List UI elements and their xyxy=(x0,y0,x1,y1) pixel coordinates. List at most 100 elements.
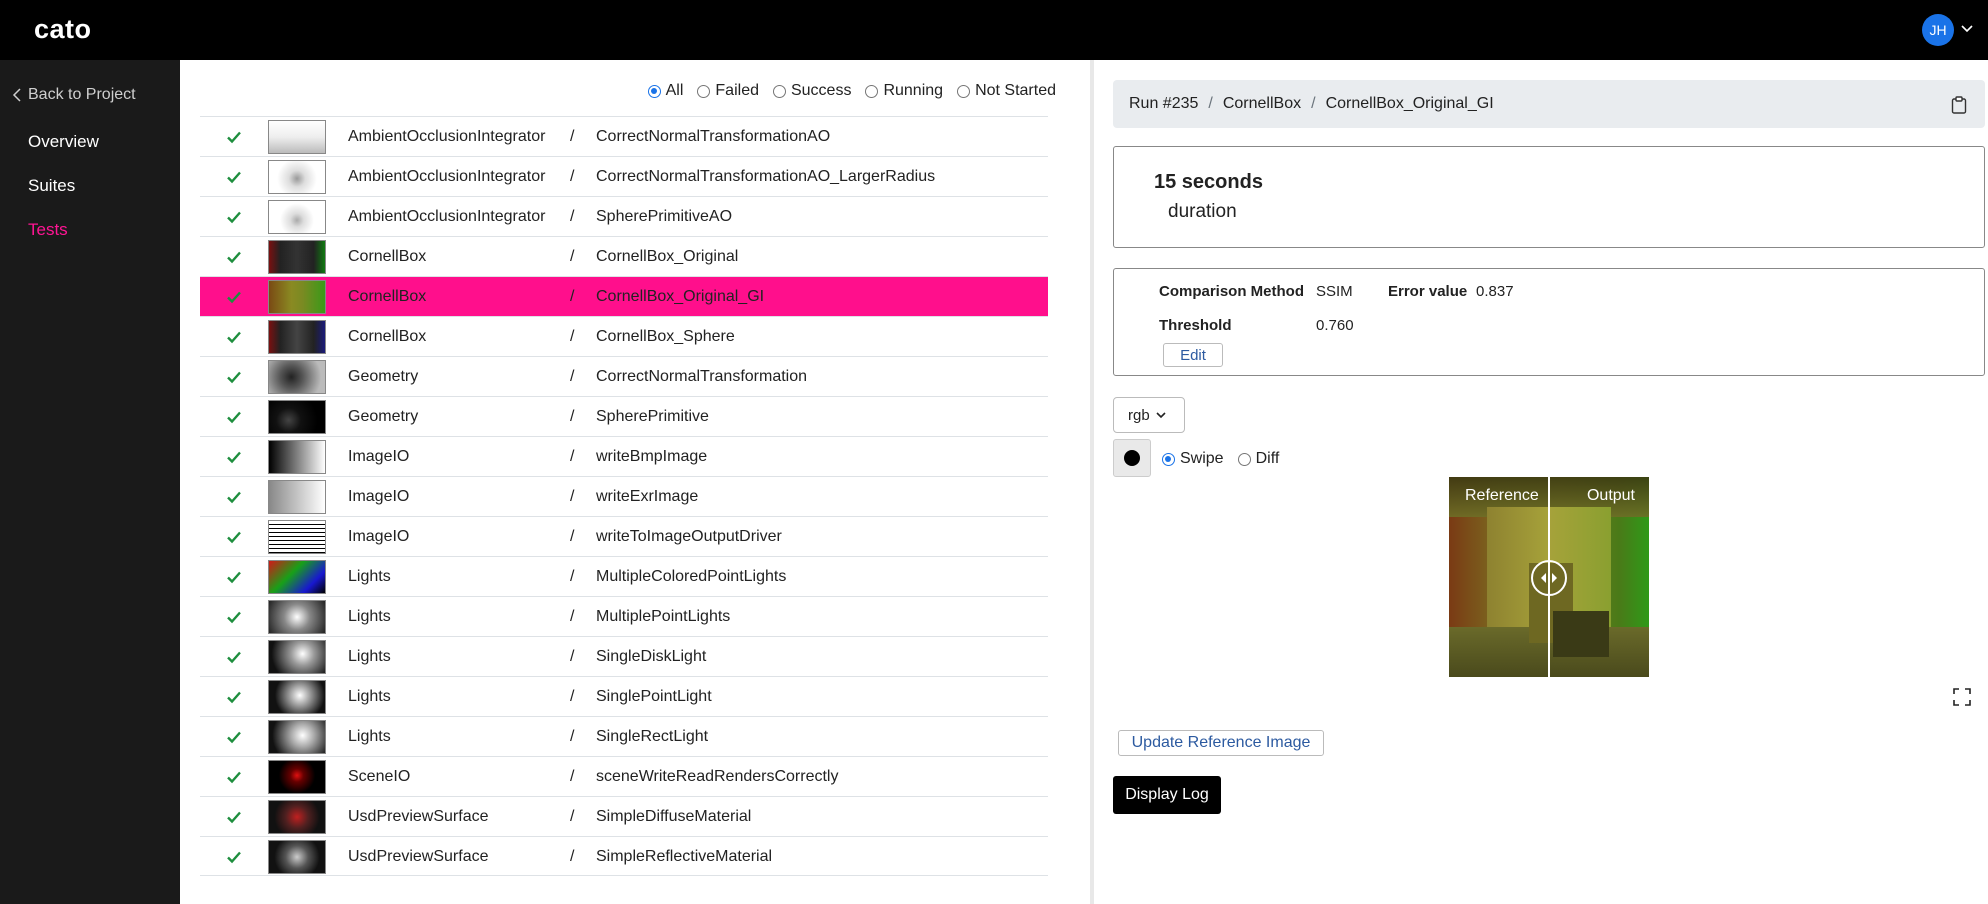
channel-select[interactable]: rgb xyxy=(1113,397,1185,433)
test-thumbnail xyxy=(268,320,326,354)
threshold-label: Threshold xyxy=(1159,317,1232,334)
sidebar-item-suites[interactable]: Suites xyxy=(28,176,75,196)
radio-icon[interactable] xyxy=(1237,452,1251,466)
mode-diff[interactable]: Diff xyxy=(1237,450,1279,468)
update-reference-button[interactable]: Update Reference Image xyxy=(1118,730,1324,756)
separator: / xyxy=(570,448,575,465)
fullscreen-icon[interactable] xyxy=(1953,688,1971,706)
sidebar-item-overview[interactable]: Overview xyxy=(28,132,99,152)
test-name: SpherePrimitive xyxy=(596,408,709,425)
filter-not-started[interactable]: Not Started xyxy=(957,82,1056,100)
edit-threshold-button[interactable]: Edit xyxy=(1163,343,1223,367)
comparison-card: Comparison Method SSIM Error value 0.837… xyxy=(1113,268,1985,376)
table-row[interactable]: UsdPreviewSurface / SimpleDiffuseMaterial xyxy=(200,796,1048,836)
test-thumbnail xyxy=(268,360,326,394)
test-name: CornellBox_Original_GI xyxy=(596,288,765,305)
suite-name: AmbientOcclusionIntegrator xyxy=(348,128,546,145)
checkmark-icon xyxy=(227,371,241,384)
breadcrumb-suite[interactable]: CornellBox xyxy=(1223,95,1301,113)
test-thumbnail xyxy=(268,400,326,434)
suite-name: UsdPreviewSurface xyxy=(348,848,489,865)
comparison-method-label: Comparison Method xyxy=(1159,283,1304,300)
error-value-label: Error value xyxy=(1388,283,1468,300)
radio-icon[interactable] xyxy=(697,84,711,98)
filter-all[interactable]: All xyxy=(647,82,683,100)
table-row[interactable]: Lights / SinglePointLight xyxy=(200,676,1048,716)
separator: / xyxy=(570,688,575,705)
pane-divider[interactable] xyxy=(1090,60,1094,904)
radio-icon[interactable] xyxy=(865,84,879,98)
chevron-down-icon xyxy=(1156,412,1166,419)
checkmark-icon xyxy=(227,651,241,664)
filter-running[interactable]: Running xyxy=(865,82,943,100)
image-compare-viewer[interactable]: Reference Output xyxy=(1449,477,1649,677)
table-row[interactable]: UsdPreviewSurface / SimpleReflectiveMateri… xyxy=(200,836,1048,876)
radio-icon[interactable] xyxy=(957,84,971,98)
breadcrumb-run[interactable]: Run #235 xyxy=(1129,95,1198,113)
user-avatar[interactable]: JH xyxy=(1922,14,1954,46)
separator: / xyxy=(570,808,575,825)
radio-icon[interactable] xyxy=(647,84,661,98)
chevron-left-icon xyxy=(12,88,21,102)
test-name: MultipleColoredPointLights xyxy=(596,568,787,585)
checkmark-icon xyxy=(227,171,241,184)
view-mode-radios: Swipe Diff xyxy=(1162,450,1279,468)
test-thumbnail xyxy=(268,840,326,874)
swipe-handle[interactable] xyxy=(1531,560,1567,596)
table-row[interactable]: SceneIO / sceneWriteReadRendersCorrectly xyxy=(200,756,1048,796)
checkmark-icon xyxy=(227,131,241,144)
app-logo[interactable]: cato xyxy=(34,14,92,45)
table-row[interactable]: CornellBox / CornellBox_Original_GI xyxy=(200,276,1048,316)
test-thumbnail xyxy=(268,760,326,794)
table-row[interactable]: Lights / SingleRectLight xyxy=(200,716,1048,756)
separator: / xyxy=(570,488,575,505)
separator: / xyxy=(570,208,575,225)
radio-icon[interactable] xyxy=(1162,452,1175,466)
checkmark-icon xyxy=(227,611,241,624)
test-table: AmbientOcclusionIntegrator / CorrectNormal… xyxy=(200,116,1048,876)
table-row[interactable]: ImageIO / writeBmpImage xyxy=(200,436,1048,476)
reference-label: Reference xyxy=(1465,487,1539,504)
checkmark-icon xyxy=(227,411,241,424)
test-name: CornellBox_Sphere xyxy=(596,328,735,345)
mode-swipe[interactable]: Swipe xyxy=(1162,450,1224,468)
display-log-button[interactable]: Display Log xyxy=(1113,776,1221,814)
test-name: MultiplePointLights xyxy=(596,608,731,625)
filter-failed[interactable]: Failed xyxy=(697,82,759,100)
table-row[interactable]: ImageIO / writeExrImage xyxy=(200,476,1048,516)
table-row[interactable]: Geometry / CorrectNormalTransformation xyxy=(200,356,1048,396)
test-name: SimpleDiffuseMaterial xyxy=(596,808,752,825)
table-row[interactable]: Lights / MultipleColoredPointLights xyxy=(200,556,1048,596)
suite-name: CornellBox xyxy=(348,248,427,265)
table-row[interactable]: CornellBox / CornellBox_Sphere xyxy=(200,316,1048,356)
sidebar-item-tests[interactable]: Tests xyxy=(28,220,68,240)
table-row[interactable]: AmbientOcclusionIntegrator / CorrectNormal… xyxy=(200,116,1048,156)
test-list-pane: All Failed Success Running Not Started A… xyxy=(180,60,1090,904)
table-row[interactable]: Geometry / SpherePrimitive xyxy=(200,396,1048,436)
back-to-project-link[interactable]: Back to Project xyxy=(12,86,136,104)
separator: / xyxy=(570,248,575,265)
suite-name: Lights xyxy=(348,608,391,625)
suite-name: AmbientOcclusionIntegrator xyxy=(348,168,546,185)
test-name: sceneWriteReadRendersCorrectly xyxy=(596,768,839,785)
test-name: SpherePrimitiveAO xyxy=(596,208,733,225)
table-row[interactable]: AmbientOcclusionIntegrator / SpherePrimiti… xyxy=(200,196,1048,236)
breadcrumb: Run #235 / CornellBox / CornellBox_Origi… xyxy=(1113,80,1985,128)
chevron-down-icon[interactable] xyxy=(1960,22,1974,36)
separator: / xyxy=(570,128,575,145)
table-row[interactable]: Lights / MultiplePointLights xyxy=(200,596,1048,636)
radio-icon[interactable] xyxy=(772,84,786,98)
background-color-button[interactable] xyxy=(1113,439,1151,477)
table-row[interactable]: AmbientOcclusionIntegrator / CorrectNormal… xyxy=(200,156,1048,196)
test-name: SinglePointLight xyxy=(596,688,712,705)
table-row[interactable]: ImageIO / writeToImageOutputDriver xyxy=(200,516,1048,556)
table-row[interactable]: CornellBox / CornellBox_Original xyxy=(200,236,1048,276)
checkmark-icon xyxy=(227,771,241,784)
breadcrumb-test: CornellBox_Original_GI xyxy=(1325,95,1494,112)
clipboard-icon[interactable] xyxy=(1951,96,1967,114)
test-name: SingleDiskLight xyxy=(596,648,707,665)
test-name: writeExrImage xyxy=(596,488,699,505)
test-thumbnail xyxy=(268,120,326,154)
filter-success[interactable]: Success xyxy=(772,82,851,100)
table-row[interactable]: Lights / SingleDiskLight xyxy=(200,636,1048,676)
